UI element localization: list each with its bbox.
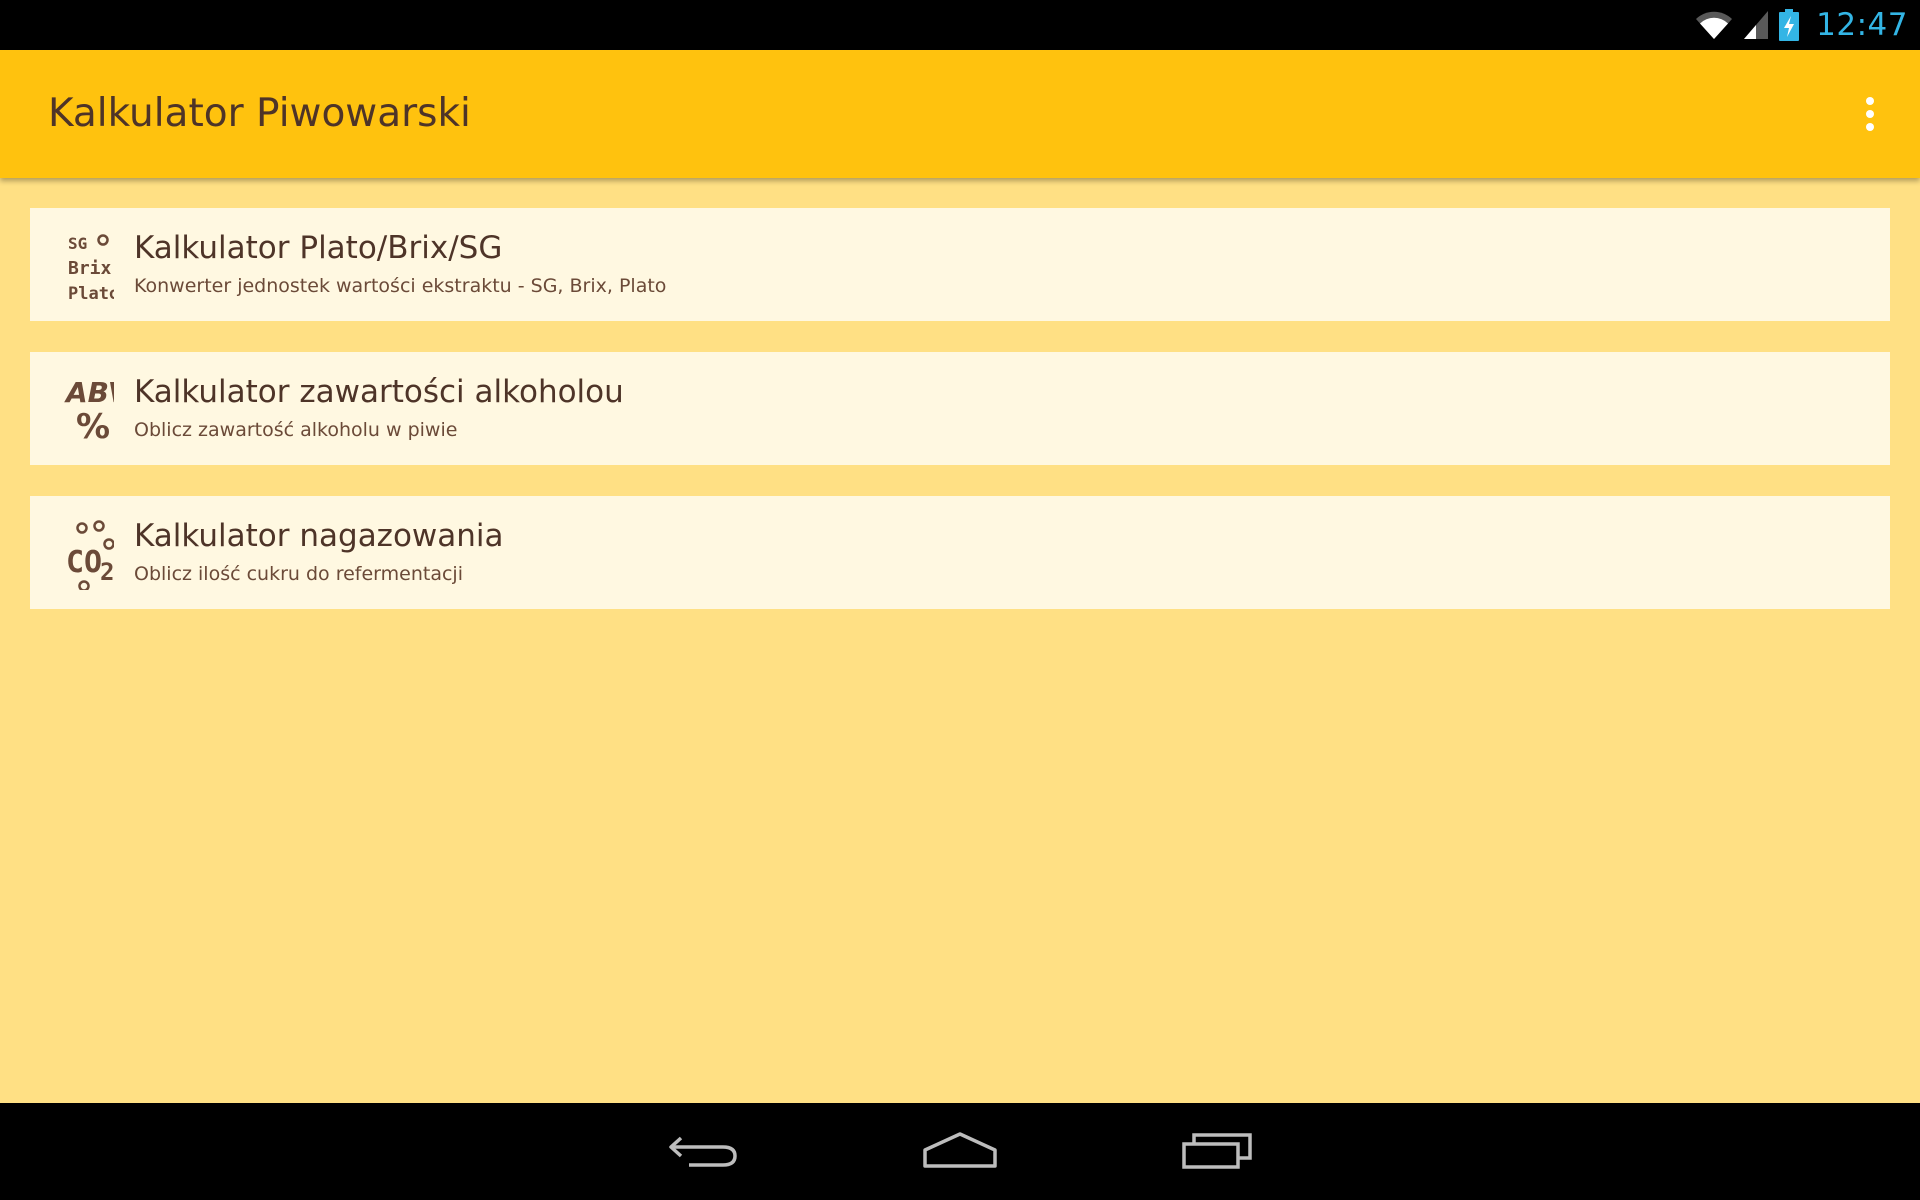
list-item-plato-brix-sg[interactable]: SG Brix Plato Kalkulator Plato/Brix/SG K… — [30, 208, 1890, 321]
cell-signal-icon — [1742, 9, 1770, 41]
abv-percent-icon: ABV % — [46, 374, 132, 447]
home-button[interactable] — [905, 1119, 1015, 1185]
list-item-title: Kalkulator Plato/Brix/SG — [134, 230, 503, 266]
battery-charging-icon — [1778, 8, 1800, 42]
list-item-alcohol-content[interactable]: ABV % Kalkulator zawartości alkoholou Ob… — [30, 352, 1890, 465]
svg-text:2: 2 — [100, 558, 114, 586]
list-item-subtitle: Konwerter jednostek wartości ekstraktu -… — [134, 275, 667, 297]
home-icon — [922, 1130, 998, 1175]
app-bar: Kalkulator Piwowarski — [0, 50, 1920, 178]
svg-text:Brix: Brix — [68, 258, 112, 279]
recent-apps-icon — [1181, 1130, 1253, 1175]
svg-text:SG: SG — [68, 234, 87, 253]
recent-apps-button[interactable] — [1162, 1119, 1272, 1185]
overflow-menu-button[interactable] — [1834, 74, 1906, 154]
navigation-bar — [0, 1103, 1920, 1200]
back-button[interactable] — [648, 1119, 758, 1185]
status-clock: 12:47 — [1816, 7, 1908, 43]
overflow-menu-icon — [1866, 97, 1874, 131]
sg-brix-plato-icon: SG Brix Plato — [46, 230, 119, 304]
wifi-icon — [1694, 9, 1734, 41]
list-item-carbonation[interactable]: CO 2 Kalkulator nagazowania Oblicz ilość… — [30, 496, 1890, 609]
app-title: Kalkulator Piwowarski — [48, 91, 471, 136]
svg-text:Plato: Plato — [68, 284, 114, 302]
list-item-subtitle: Oblicz ilość cukru do refermentacji — [134, 563, 463, 585]
back-icon — [667, 1130, 739, 1175]
co2-bubbles-icon: CO 2 — [46, 518, 115, 592]
status-icons: 12:47 — [1694, 0, 1908, 50]
svg-text:CO: CO — [66, 545, 102, 580]
svg-text:ABV: ABV — [64, 376, 114, 409]
calculator-list: SG Brix Plato Kalkulator Plato/Brix/SG K… — [30, 208, 1890, 640]
svg-text:%: % — [76, 407, 110, 446]
list-item-title: Kalkulator nagazowania — [134, 518, 504, 554]
list-item-title: Kalkulator zawartości alkoholou — [134, 374, 624, 410]
status-bar: 12:47 — [0, 0, 1920, 50]
list-item-subtitle: Oblicz zawartość alkoholu w piwie — [134, 419, 458, 441]
